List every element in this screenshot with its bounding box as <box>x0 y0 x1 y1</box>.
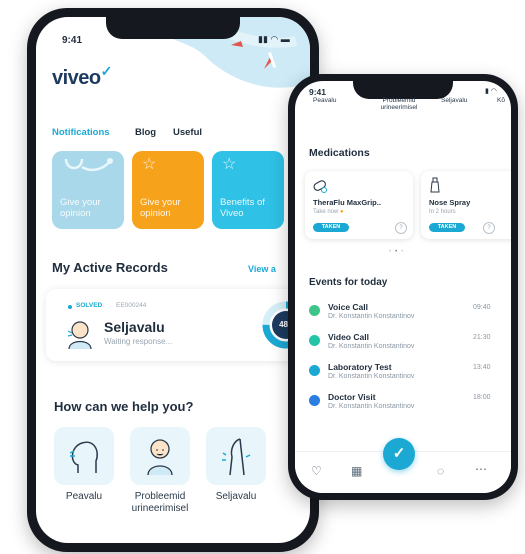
front-screen: 9:41 ▮▮ ◠ ▬ viveo✓ Notifications Blog Us… <box>36 17 310 543</box>
active-dot: • <box>395 249 402 255</box>
help-label-probleemid-urineerimisel: Probleemid urineerimisel <box>131 491 189 514</box>
tab-blog[interactable]: Blog <box>135 127 156 138</box>
event-time: 21:30 <box>473 334 491 341</box>
check-fab-button[interactable]: ✓ <box>383 438 415 470</box>
event-doctor: Dr. Konstantin Konstantinov <box>328 343 415 350</box>
back-pain-icon <box>222 438 251 476</box>
medication-sub: In 2 hours <box>429 209 456 215</box>
doctor-icon <box>309 395 320 406</box>
event-doctor: Dr. Konstantin Konstantinov <box>328 403 415 410</box>
more-icon[interactable]: ⋯ <box>475 462 487 476</box>
event-time: 09:40 <box>473 304 491 311</box>
medication-name: Nose Spray <box>429 198 471 207</box>
tile-give-opinion-1[interactable]: Give your opinion <box>52 151 124 229</box>
head-pain-icon <box>69 441 98 473</box>
front-phone: 9:41 ▮▮ ◠ ▬ viveo✓ Notifications Blog Us… <box>27 8 319 552</box>
help-item-seljavalu[interactable] <box>206 427 266 485</box>
spray-icon <box>430 177 440 193</box>
status-badge: SOLVED <box>76 302 103 309</box>
bottom-nav: ♡ ▦ ✓ ◌ ⋯ <box>295 438 511 493</box>
pills-icon <box>313 180 327 193</box>
flask-icon <box>309 365 320 376</box>
stethoscope-icon <box>64 158 113 172</box>
status-time: 9:41 <box>309 87 327 97</box>
tile-label: Give your opinion <box>140 197 181 219</box>
header-item-peavalu[interactable]: Peavalu <box>313 97 337 104</box>
status-time: 9:41 <box>62 35 83 46</box>
header-item-more[interactable]: Kõ <box>497 97 505 104</box>
help-item-probleemid-urineerimisel[interactable] <box>130 427 190 485</box>
star-icon: ☆ <box>142 156 157 173</box>
medication-sub: Take now ● <box>313 209 344 215</box>
taken-button[interactable]: TAKEN <box>429 223 465 232</box>
event-doctor: Dr. Konstantin Konstantinov <box>328 313 415 320</box>
status-dot <box>68 305 72 309</box>
carousel-dots: ••• <box>389 249 408 255</box>
phone-icon <box>309 305 320 316</box>
person-pain-icon <box>67 321 92 349</box>
tile-give-opinion-2[interactable]: ☆ Give your opinion <box>132 151 204 229</box>
status-icons: ▮ ◠ <box>485 88 497 95</box>
taken-button[interactable]: TAKEN <box>313 223 349 232</box>
viveo-logo-text: viveo <box>52 67 101 89</box>
event-title: Voice Call <box>328 302 368 312</box>
medication-card-theraflu[interactable]: TheraFlu MaxGrip.. Take now ● TAKEN ? <box>305 171 413 239</box>
front-notch <box>106 17 240 39</box>
urination-icon <box>147 439 173 476</box>
tab-useful[interactable]: Useful <box>173 127 202 138</box>
help-label-seljavalu: Seljavalu <box>215 491 257 502</box>
logo-swoosh-icon: ✓ <box>100 63 113 79</box>
event-time: 13:40 <box>473 364 491 371</box>
tile-label: Benefits of Viveo <box>220 197 265 219</box>
help-item-peavalu[interactable] <box>54 427 114 485</box>
take-now-dot: ● <box>340 209 344 215</box>
info-icon[interactable]: ? <box>483 222 495 234</box>
records-title: My Active Records <box>52 260 168 275</box>
chat-icon[interactable]: ◌ <box>437 464 444 478</box>
record-card[interactable]: SOLVED EE000244 Seljavalu Waiting respon… <box>46 289 310 361</box>
event-title: Doctor Visit <box>328 392 376 402</box>
record-title: Seljavalu <box>104 319 165 335</box>
video-icon <box>309 335 320 346</box>
info-icon[interactable]: ? <box>395 222 407 234</box>
viveo-logo: viveo✓ <box>52 63 112 90</box>
medication-card-nose-spray[interactable]: Nose Spray In 2 hours TAKEN ? <box>421 171 511 239</box>
header-item-probleemid[interactable]: Probleemid urineerimisel <box>371 97 427 111</box>
tile-label: Give your opinion <box>60 197 101 219</box>
calendar-icon[interactable]: ▦ <box>351 464 362 478</box>
record-code: EE000244 <box>116 302 147 309</box>
back-screen: 9:41 ▮ ◠ Peavalu Probleemid urineerimise… <box>295 81 511 493</box>
star-icon: ☆ <box>222 156 237 173</box>
event-title: Video Call <box>328 332 369 342</box>
help-title: How can we help you? <box>54 399 194 414</box>
heart-icon[interactable]: ♡ <box>311 464 322 478</box>
tile-benefits-viveo[interactable]: ☆ Benefits of Viveo <box>212 151 284 229</box>
header-item-seljavalu[interactable]: Seljavalu <box>441 97 467 104</box>
medications-title: Medications <box>309 147 370 159</box>
tab-notifications[interactable]: Notifications <box>52 127 110 138</box>
medication-sub-text: Take now <box>313 209 339 215</box>
status-icons: ▮▮ ◠ ▬ <box>258 34 290 44</box>
event-time: 18:00 <box>473 394 491 401</box>
event-doctor: Dr. Konstantin Konstantinov <box>328 373 415 380</box>
record-subtitle: Waiting response... <box>104 337 173 346</box>
medication-name: TheraFlu MaxGrip.. <box>313 198 381 207</box>
events-title: Events for today <box>309 277 388 288</box>
view-all-link[interactable]: View a <box>248 264 276 274</box>
back-phone: 9:41 ▮ ◠ Peavalu Probleemid urineerimise… <box>288 74 518 500</box>
help-label-peavalu: Peavalu <box>65 491 103 502</box>
event-title: Laboratory Test <box>328 362 392 372</box>
